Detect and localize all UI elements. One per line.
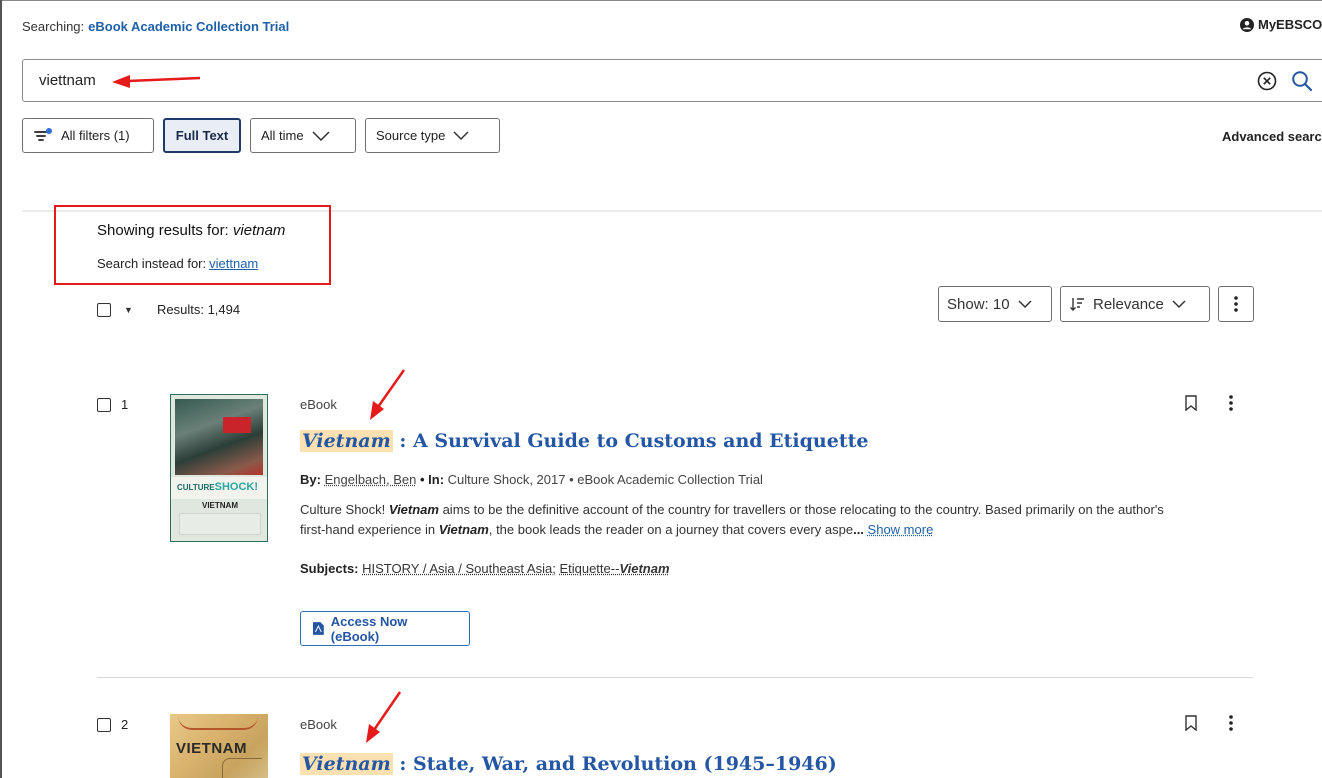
result-subjects: Subjects: HISTORY / Asia / Southeast Asi… <box>300 561 670 576</box>
result-checkbox[interactable] <box>97 398 111 412</box>
searching-label: Searching: <box>22 19 85 34</box>
title-highlight: Vietnam <box>300 430 393 452</box>
title-rest: : State, War, and Revolution (1945–1946) <box>399 753 837 775</box>
window-top-border <box>0 0 1322 1</box>
cover-photo <box>175 399 263 475</box>
title-highlight: Vietnam <box>300 753 393 775</box>
original-term-link[interactable]: viettnam <box>209 256 258 271</box>
result-checkbox[interactable] <box>97 718 111 732</box>
annotation-arrow-title-1 <box>370 369 406 420</box>
cover-map <box>222 758 262 778</box>
my-ebsco-button[interactable]: MyEBSCO <box>1240 17 1322 32</box>
annotation-arrows <box>112 75 406 743</box>
cover-lower-band <box>179 513 261 535</box>
cover-country: VIETNAM <box>202 501 238 510</box>
search-icon[interactable] <box>1289 68 1315 94</box>
abstract-ellipsis: ... <box>853 522 864 537</box>
in-label: • In: <box>420 472 445 487</box>
sort-dropdown[interactable]: Relevance <box>1060 286 1210 322</box>
filter-icon <box>34 127 52 141</box>
subject-text: Etiquette-- <box>559 561 620 576</box>
search-box[interactable]: viettnam <box>22 59 1322 102</box>
subject-link[interactable]: HISTORY / Asia / Southeast Asia; <box>362 561 556 576</box>
chevron-down-icon <box>1018 299 1032 308</box>
collection-link[interactable]: eBook Academic Collection Trial <box>88 19 289 34</box>
pdf-icon <box>313 622 324 635</box>
cover-brand: CULTURESHOCK! <box>177 481 258 493</box>
kebab-icon[interactable] <box>1225 394 1237 412</box>
author-link[interactable]: Engelbach, Ben <box>325 472 417 487</box>
search-instead-for: Search instead for: viettnam <box>97 256 258 271</box>
cover-flag <box>223 417 251 433</box>
show-count-dropdown[interactable]: Show: 10 <box>938 286 1052 322</box>
annotation-arrow-title-2 <box>366 691 402 743</box>
result-number: 2 <box>121 717 129 732</box>
cover-script <box>178 716 258 730</box>
full-text-label: Full Text <box>175 128 229 143</box>
result-separator <box>97 677 1253 678</box>
chevron-down-icon <box>312 130 330 141</box>
all-filters-label: All filters (1) <box>61 128 130 143</box>
sort-icon <box>1070 298 1084 311</box>
searching-indicator: Searching: eBook Academic Collection Tria… <box>22 19 289 34</box>
bookmark-icon[interactable] <box>1184 715 1198 731</box>
cover-brand-accent: SHOCK! <box>214 481 259 493</box>
access-now-button[interactable]: Access Now (eBook) <box>300 611 470 646</box>
advanced-search-link[interactable]: Advanced search <box>1222 129 1322 144</box>
more-options-button[interactable] <box>1218 286 1254 322</box>
show-more-link[interactable]: Show more <box>868 522 934 537</box>
subject-highlight: Vietnam <box>619 561 670 576</box>
show-count-label: Show: 10 <box>947 295 1010 313</box>
user-icon <box>1240 17 1254 32</box>
abstract-highlight: Vietnam <box>388 502 439 517</box>
result-type: eBook <box>300 717 337 732</box>
results-count: Results: 1,494 <box>157 302 241 317</box>
cover-brand-text: CULTURE <box>177 483 215 492</box>
chevron-down-icon <box>1172 299 1186 308</box>
result-byline: By: Engelbach, Ben • In: Culture Shock, … <box>300 472 763 487</box>
result-title-link[interactable]: Vietnam : State, War, and Revolution (19… <box>300 753 837 775</box>
kebab-icon[interactable] <box>1225 714 1237 732</box>
abstract-highlight: Vietnam <box>438 522 489 537</box>
result-title-link[interactable]: Vietnam : A Survival Guide to Customs an… <box>300 430 868 452</box>
source-type-dropdown[interactable]: Source type <box>365 118 500 153</box>
source-type-label: Source type <box>376 128 446 143</box>
all-time-label: All time <box>261 128 304 143</box>
caret-down-icon[interactable]: ▼ <box>124 305 133 315</box>
showing-prefix: Showing results for: <box>97 222 229 239</box>
clear-search-icon[interactable] <box>1255 69 1279 93</box>
abstract-part: , the book leads the reader on a journey… <box>488 522 854 537</box>
window-left-border <box>0 0 2 778</box>
cover-country: VIETNAM <box>176 740 247 757</box>
result-number: 1 <box>121 397 129 412</box>
source-info: Culture Shock, 2017 • eBook Academic Col… <box>447 472 763 487</box>
by-label: By: <box>300 472 321 487</box>
my-ebsco-label: MyEBSCO <box>1258 17 1322 32</box>
result-abstract: Culture Shock! Vietnam aims to be the de… <box>300 500 1190 540</box>
book-cover-thumbnail[interactable]: CULTURESHOCK! VIETNAM <box>170 394 268 542</box>
access-now-label: Access Now (eBook) <box>330 613 408 644</box>
subjects-label: Subjects: <box>300 561 359 576</box>
search-input[interactable]: viettnam <box>39 72 96 89</box>
result-type: eBook <box>300 397 337 412</box>
full-text-toggle[interactable]: Full Text <box>163 118 241 153</box>
instead-prefix: Search instead for: <box>97 256 207 271</box>
showing-results-for: Showing results for: vietnam <box>97 222 285 239</box>
sort-label: Relevance <box>1093 295 1164 313</box>
all-time-dropdown[interactable]: All time <box>250 118 356 153</box>
title-rest: : A Survival Guide to Customs and Etique… <box>399 430 869 452</box>
kebab-icon <box>1234 296 1238 312</box>
chevron-down-icon <box>453 130 469 140</box>
abstract-part: Culture Shock! <box>300 502 389 517</box>
bookmark-icon[interactable] <box>1184 395 1198 411</box>
book-cover-thumbnail[interactable]: VIETNAM <box>170 714 268 778</box>
select-all-checkbox[interactable] <box>97 303 111 317</box>
highlight-box <box>54 205 331 285</box>
corrected-term: vietnam <box>232 222 286 239</box>
all-filters-button[interactable]: All filters (1) <box>22 118 154 153</box>
subject-link[interactable]: Etiquette--Vietnam <box>559 561 669 576</box>
